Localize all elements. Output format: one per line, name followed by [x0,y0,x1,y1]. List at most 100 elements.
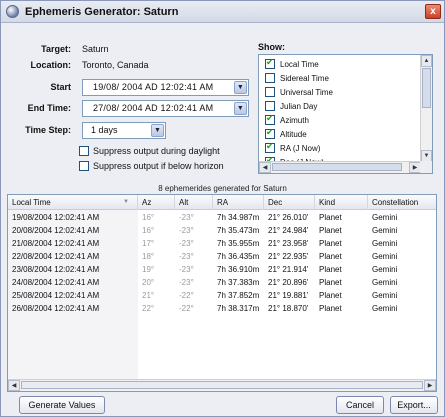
column-header[interactable]: Local Time ▼ [8,195,138,210]
end-date-field[interactable]: 27/08/ 2004 AD 12:02:41 AM ▼ [82,100,249,117]
column-header-label: Alt [179,198,189,207]
scroll-left-icon[interactable]: ◀ [259,162,271,173]
table-cell: 23/08/2004 12:02:41 AM [12,265,100,274]
close-icon[interactable]: x [425,4,441,19]
window-title: Ephemeris Generator: Saturn [25,6,179,18]
table-cell: Gemini [372,278,398,287]
show-item-checkbox[interactable] [265,113,275,125]
table-cell: -23° [179,239,194,248]
table-cell: -23° [179,213,194,222]
chevron-down-icon[interactable]: ▼ [151,124,164,137]
table-cell: 18° [142,252,155,261]
table-cell: 7h 36.435m [217,252,260,261]
table-cell: 19/08/2004 12:02:41 AM [12,213,100,222]
table-cell: Gemini [372,291,398,300]
status-text: 8 ephemerides generated for Saturn [158,184,287,193]
table-cell: 7h 34.987m [217,213,260,222]
table-cell: 25/08/2004 12:02:41 AM [12,291,100,300]
table-cell: 16° [142,226,155,235]
column-header[interactable]: Alt [175,195,213,210]
table-cell: Planet [319,265,342,274]
show-item[interactable]: Universal Time [265,87,333,101]
table-row[interactable]: 24/08/2004 12:02:41 AM 20° -23° 7h 37.383m 2… [8,276,436,289]
table-row[interactable]: 26/08/2004 12:02:41 AM 22° -22° 7h 38.317m 2… [8,302,436,315]
column-header[interactable]: RA [213,195,264,210]
suppress-horizon-checkbox[interactable] [79,160,89,171]
table-cell: 22/08/2004 12:02:41 AM [12,252,100,261]
timestep-value: 1 days [91,125,118,135]
table-row[interactable]: 25/08/2004 12:02:41 AM 21° -22° 7h 37.852m 2… [8,289,436,302]
show-item-label: RA (J Now) [280,143,321,153]
title-bar[interactable]: Ephemeris Generator: Saturn x [1,1,444,23]
column-header[interactable]: Dec [264,195,315,210]
show-horizontal-scrollbar[interactable]: ◀ ▶ [259,161,421,173]
table-cell: 7h 37.852m [217,291,260,300]
table-cell: 22° [142,304,155,313]
generate-values-button[interactable]: Generate Values [19,396,105,414]
table-cell: 19° [142,265,155,274]
show-list[interactable]: Local Time Sidereal Time Universal Time Jul… [258,54,433,174]
table-cell: -23° [179,226,194,235]
table-row[interactable]: 21/08/2004 12:02:41 AM 17° -23° 7h 35.955m 2… [8,237,436,250]
scroll-up-icon[interactable]: ▲ [421,55,432,67]
timestep-select[interactable]: 1 days ▼ [82,122,166,139]
show-item-label: Universal Time [280,87,333,97]
scroll-thumb[interactable] [21,381,423,389]
scroll-right-icon[interactable]: ▶ [424,380,436,391]
app-icon [6,5,19,18]
start-date-field[interactable]: 19/08/ 2004 AD 12:02:41 AM ▼ [82,79,249,96]
export-button[interactable]: Export... [390,396,438,414]
scroll-thumb[interactable] [272,163,402,171]
table-cell: Planet [319,239,342,248]
show-item-checkbox[interactable] [265,73,275,83]
table-row[interactable]: 19/08/2004 12:02:41 AM 16° -23° 7h 34.987m 2… [8,211,436,224]
scroll-thumb[interactable] [422,68,431,108]
table-row[interactable]: 23/08/2004 12:02:41 AM 19° -23° 7h 36.910m 2… [8,263,436,276]
table-cell: 26/08/2004 12:02:41 AM [12,304,100,313]
suppress-horizon-label: Suppress output if below horizon [93,160,224,171]
show-item-checkbox[interactable] [265,101,275,111]
table-row[interactable]: 20/08/2004 12:02:41 AM 16° -23° 7h 35.473m 2… [8,224,436,237]
column-header[interactable]: Kind [315,195,368,210]
suppress-daylight-option[interactable]: Suppress output during daylight [79,145,220,156]
table-cell: Gemini [372,226,398,235]
table-cell: Planet [319,278,342,287]
column-header[interactable]: Az [138,195,175,210]
chevron-down-icon[interactable]: ▼ [234,81,247,94]
cancel-button[interactable]: Cancel [336,396,384,414]
column-header-label: Az [142,198,152,207]
table-row[interactable]: 22/08/2004 12:02:41 AM 18° -23° 7h 36.435m 2… [8,250,436,263]
show-item[interactable]: Sidereal Time [265,73,329,87]
show-item-checkbox[interactable] [265,141,275,153]
table-cell: 21° 26.010' [268,213,309,222]
table-cell: Planet [319,291,342,300]
target-value: Saturn [82,44,109,54]
table-cell: 21° 22.935' [268,252,309,261]
show-item-label: Altitude [280,129,307,139]
target-label: Target: [41,44,71,54]
show-item-label: Azimuth [280,115,309,125]
table-cell: 7h 38.317m [217,304,260,313]
table-horizontal-scrollbar[interactable]: ◀ ▶ [8,379,436,391]
chevron-down-icon[interactable]: ▼ [234,102,247,115]
show-item-checkbox[interactable] [265,57,275,69]
column-header-label: Constellation [372,198,419,207]
column-header-label: RA [217,198,229,207]
ephemeris-table[interactable]: Local Time ▼ Az Alt RA Dec Kind Constellation 1… [7,194,437,392]
show-item-checkbox[interactable] [265,87,275,97]
table-cell: -23° [179,265,194,274]
column-header[interactable]: Constellation [368,195,436,210]
table-cell: 7h 35.473m [217,226,260,235]
table-cell: 7h 36.910m [217,265,260,274]
ephemeris-window: Ephemeris Generator: Saturn x Target: Sa… [0,0,445,417]
column-header-label: Local Time [12,198,51,207]
table-cell: Gemini [372,265,398,274]
scroll-left-icon[interactable]: ◀ [8,380,20,391]
table-cell: 16° [142,213,155,222]
show-item-checkbox[interactable] [265,127,275,139]
show-item[interactable]: Local Time [265,57,319,73]
suppress-daylight-checkbox[interactable] [79,145,89,156]
suppress-horizon-option[interactable]: Suppress output if below horizon [79,160,224,171]
show-vertical-scrollbar[interactable]: ▲ ▼ [420,55,432,162]
table-cell: Gemini [372,239,398,248]
